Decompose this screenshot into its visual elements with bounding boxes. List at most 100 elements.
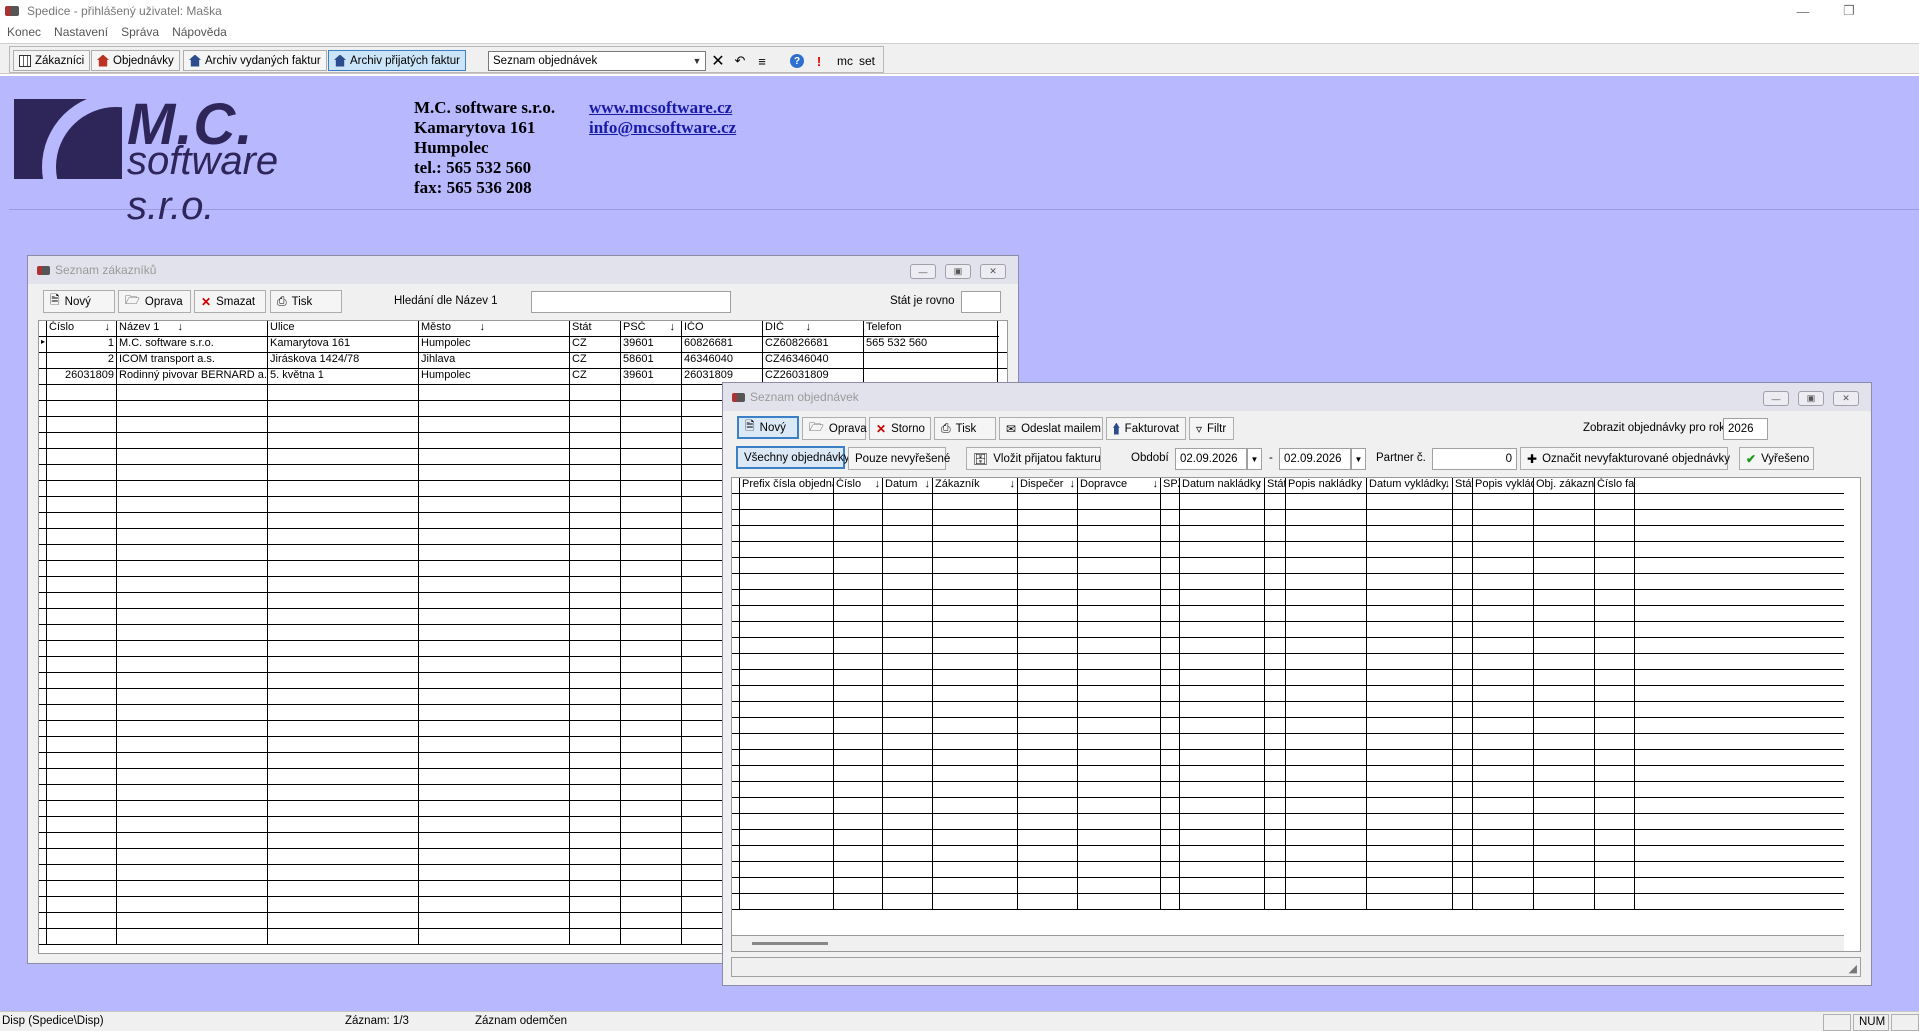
- col-stat[interactable]: Stát: [570, 321, 621, 336]
- insert-invoice-button[interactable]: 🗄 Vložit přijatou fakturu: [966, 447, 1101, 470]
- unresolved-button[interactable]: Pouze nevyřešené: [848, 447, 950, 470]
- help-icon[interactable]: ?: [790, 54, 804, 68]
- maximize-icon[interactable]: ▣: [1798, 391, 1824, 406]
- empty-table-row[interactable]: [732, 894, 1844, 910]
- close-icon[interactable]: ✕: [1833, 391, 1859, 406]
- received-invoices-button[interactable]: Archiv přijatých faktur: [328, 50, 466, 71]
- table-row[interactable]: 2 ICOM transport a.s. Jiráskova 1424/78 Jih…: [39, 353, 1007, 369]
- empty-table-row[interactable]: [732, 510, 1844, 526]
- empty-table-row[interactable]: [732, 686, 1844, 702]
- empty-table-row[interactable]: [732, 846, 1844, 862]
- new-customer-button[interactable]: 🗎 Nový: [43, 290, 115, 313]
- empty-table-row[interactable]: [732, 622, 1844, 638]
- col-mesto[interactable]: Město ↓: [419, 321, 570, 336]
- menu-sprava[interactable]: Správa: [121, 25, 159, 39]
- empty-table-row[interactable]: [732, 814, 1844, 830]
- column-header[interactable]: Popis vykládky: [1473, 478, 1534, 493]
- email-link[interactable]: info@mcsoftware.cz: [589, 118, 736, 138]
- maximize-icon[interactable]: ▣: [945, 264, 971, 279]
- horizontal-scrollbar[interactable]: [732, 935, 1844, 951]
- empty-table-row[interactable]: [732, 782, 1844, 798]
- empty-table-row[interactable]: [732, 862, 1844, 878]
- print-orders-button[interactable]: ⎙ Tisk: [934, 417, 996, 440]
- empty-table-row[interactable]: [732, 654, 1844, 670]
- customers-button[interactable]: Zákazníci: [13, 50, 91, 71]
- date-from-dropdown-icon[interactable]: ▼: [1247, 448, 1262, 470]
- col-ico[interactable]: IČO: [682, 321, 763, 336]
- new-order-button[interactable]: 🗎 Nový: [737, 416, 799, 439]
- column-header[interactable]: Dispečer ↓: [1018, 478, 1078, 493]
- resolved-button[interactable]: ✔ Vyřešeno: [1739, 447, 1814, 470]
- column-header[interactable]: Prefix čísla objednávky: [740, 478, 834, 493]
- empty-table-row[interactable]: [732, 526, 1844, 542]
- empty-table-row[interactable]: [732, 542, 1844, 558]
- empty-table-row[interactable]: [732, 606, 1844, 622]
- close-icon[interactable]: ✕: [980, 264, 1006, 279]
- delete-customer-button[interactable]: ✕ Smazat: [194, 290, 266, 313]
- filter-button[interactable]: ▿ Filtr: [1189, 417, 1234, 440]
- column-header[interactable]: Datum ↓: [883, 478, 933, 493]
- resize-grip-icon[interactable]: ◢: [1849, 962, 1857, 975]
- empty-table-row[interactable]: [732, 590, 1844, 606]
- empty-table-row[interactable]: [732, 638, 1844, 654]
- column-header[interactable]: Číslo ↓: [834, 478, 883, 493]
- minimize-icon[interactable]: —: [910, 264, 936, 279]
- col-ulice[interactable]: Ulice: [268, 321, 419, 336]
- list-icon[interactable]: ≡: [753, 52, 771, 70]
- chevron-down-icon[interactable]: ▼: [689, 52, 705, 70]
- col-cislo[interactable]: Číslo ↓: [47, 321, 117, 336]
- table-row[interactable]: ▸ 1 M.C. software s.r.o. Kamarytova 161 Hump…: [39, 337, 1007, 353]
- column-header[interactable]: Dopravce ↓: [1078, 478, 1161, 493]
- state-filter-input[interactable]: [961, 291, 1001, 313]
- empty-table-row[interactable]: [732, 494, 1844, 510]
- empty-table-row[interactable]: [732, 574, 1844, 590]
- undo-icon[interactable]: ↶: [731, 52, 749, 70]
- minimize-icon[interactable]: —: [1763, 391, 1789, 406]
- date-to-dropdown-icon[interactable]: ▼: [1351, 448, 1366, 470]
- empty-table-row[interactable]: [732, 750, 1844, 766]
- orders-button[interactable]: Objednávky: [91, 50, 180, 71]
- col-psc[interactable]: PSČ ↓: [621, 321, 682, 336]
- print-customers-button[interactable]: ⎙ Tisk: [270, 290, 342, 313]
- mark-uninvoiced-button[interactable]: ✚ Označit nevyfakturované objednávky: [1520, 447, 1730, 470]
- empty-table-row[interactable]: [732, 766, 1844, 782]
- empty-table-row[interactable]: [732, 830, 1844, 846]
- column-header[interactable]: Datum vykládky ↓: [1367, 478, 1453, 493]
- col-dic[interactable]: DIČ ↓: [763, 321, 864, 336]
- issued-invoices-button[interactable]: Archiv vydaných faktur: [183, 50, 327, 71]
- empty-table-row[interactable]: [732, 734, 1844, 750]
- web-link[interactable]: www.mcsoftware.cz: [589, 98, 736, 118]
- date-from-input[interactable]: 02.09.2026: [1175, 448, 1247, 470]
- invoice-button[interactable]: Fakturovat: [1106, 417, 1186, 440]
- empty-table-row[interactable]: [732, 558, 1844, 574]
- menu-konec[interactable]: Konec: [7, 25, 41, 39]
- column-header[interactable]: Obj. zákazníka: [1534, 478, 1595, 493]
- menu-nastaveni[interactable]: Nastavení: [54, 25, 108, 39]
- mc-button[interactable]: mc: [836, 52, 854, 70]
- empty-table-row[interactable]: [732, 718, 1844, 734]
- column-header[interactable]: SPZ: [1161, 478, 1180, 493]
- column-header[interactable]: Datum nakládky ↓: [1180, 478, 1265, 493]
- date-to-input[interactable]: 02.09.2026: [1279, 448, 1351, 470]
- empty-table-row[interactable]: [732, 798, 1844, 814]
- col-telefon[interactable]: Telefon: [864, 321, 998, 336]
- column-header[interactable]: Popis nakládky: [1286, 478, 1367, 493]
- scrollbar-thumb[interactable]: [752, 942, 828, 945]
- restore-button[interactable]: ❐: [1826, 0, 1872, 22]
- empty-table-row[interactable]: [732, 878, 1844, 894]
- close-icon[interactable]: ✕: [709, 52, 727, 70]
- minimize-button[interactable]: —: [1780, 0, 1826, 22]
- empty-table-row[interactable]: [732, 702, 1844, 718]
- partner-input[interactable]: 0: [1432, 448, 1517, 470]
- column-header[interactable]: Číslo faktur: [1595, 478, 1635, 493]
- menu-napoveda[interactable]: Nápověda: [172, 25, 227, 39]
- empty-table-row[interactable]: [732, 670, 1844, 686]
- orders-grid[interactable]: Prefix čísla objednávkyČíslo↓Datum↓Zákaz…: [731, 477, 1861, 952]
- year-input[interactable]: 2026: [1723, 418, 1768, 440]
- edit-customer-button[interactable]: 🗁 Oprava: [118, 290, 191, 313]
- col-nazev[interactable]: Název 1 ↓: [117, 321, 268, 336]
- edit-order-button[interactable]: 🗁 Oprava: [802, 417, 867, 440]
- window-select[interactable]: Seznam objednávek ▼: [488, 51, 706, 71]
- column-header[interactable]: Stát: [1265, 478, 1286, 493]
- send-mail-button[interactable]: ✉ Odeslat mailem: [999, 417, 1103, 440]
